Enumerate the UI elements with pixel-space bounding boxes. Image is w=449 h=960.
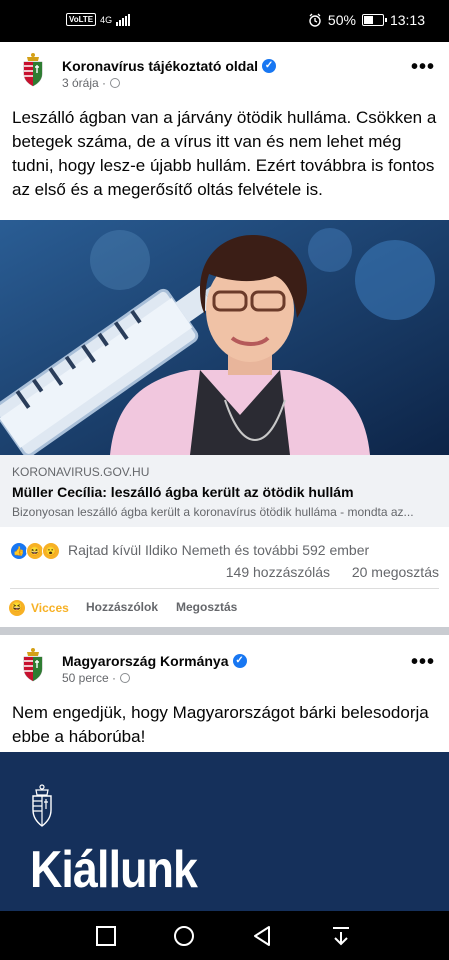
network-type: 4G — [100, 14, 113, 25]
haha-icon: 😆 — [9, 600, 25, 616]
share-button[interactable]: Megosztás — [176, 600, 237, 614]
banner-headline: Kiállunk — [30, 841, 198, 899]
comment-count[interactable]: 149 hozzászólás — [226, 564, 330, 580]
volte-icon: VoLTE — [66, 13, 97, 26]
post-card: Koronavírus tájékoztató oldal ✓ 3 órája … — [0, 42, 449, 627]
link-domain: KORONAVIRUS.GOV.HU — [12, 465, 150, 479]
comment-button[interactable]: Hozzászólok — [86, 600, 158, 614]
post-time: 50 perce · — [62, 671, 131, 685]
page-name[interactable]: Koronavírus tájékoztató oldal ✓ — [62, 58, 277, 74]
post-time-label: 3 órája · — [62, 76, 107, 90]
coat-of-arms-icon — [32, 784, 52, 827]
signal-icon — [116, 13, 131, 26]
reactions-summary[interactable]: Rajtad kívül Ildiko Nemeth és további 59… — [68, 542, 369, 558]
globe-icon — [110, 78, 121, 88]
post-text: Leszálló ágban van a járvány ötödik hull… — [12, 108, 437, 199]
post-text: Nem engedjük, hogy Magyarországot bárki … — [12, 703, 429, 746]
clock: 13:13 — [389, 12, 425, 28]
back-button[interactable] — [251, 925, 273, 947]
divider — [10, 588, 439, 589]
alarm-icon — [309, 13, 321, 27]
page-name-label[interactable]: Magyarország Kormánya — [62, 653, 229, 669]
network-indicators: VoLTE 4G — [66, 13, 131, 26]
link-description: Bizonyosan leszálló ágba került a korona… — [12, 505, 414, 519]
more-options-icon[interactable]: ••• — [411, 56, 435, 79]
hungarian-coat-of-arms-avatar[interactable] — [18, 647, 48, 683]
post-image-banner[interactable]: Kiállunk — [0, 752, 449, 912]
recent-apps-button[interactable] — [95, 925, 117, 947]
status-bar: VoLTE 4G 50% 13:13 — [0, 0, 449, 42]
verified-icon: ✓ — [262, 59, 277, 73]
reaction-icons[interactable]: 👍 😆 😮 — [10, 542, 60, 560]
wow-icon: 😮 — [42, 542, 60, 560]
notification-pull-down-button[interactable] — [330, 925, 352, 947]
page-name-label[interactable]: Koronavírus tájékoztató oldal — [62, 58, 258, 74]
battery-icon — [361, 14, 387, 26]
post-time-label: 50 perce · — [62, 671, 117, 685]
more-options-icon[interactable]: ••• — [411, 651, 435, 674]
hungarian-coat-of-arms-avatar[interactable] — [18, 52, 48, 88]
globe-icon — [120, 673, 131, 683]
reaction-button[interactable]: 😆 Vicces — [9, 600, 69, 616]
share-count[interactable]: 20 megosztás — [352, 564, 439, 580]
link-title[interactable]: Müller Cecília: leszálló ágba került az … — [12, 484, 354, 500]
battery-percent: 50% — [327, 12, 356, 28]
post-card: Magyarország Kormánya ✓ 50 perce · ••• N… — [0, 635, 449, 912]
link-preview[interactable]: KORONAVIRUS.GOV.HU Müller Cecília: leszá… — [0, 455, 449, 527]
post-photo[interactable] — [0, 220, 449, 455]
reaction-label: Vicces — [31, 601, 69, 615]
post-separator — [0, 627, 449, 635]
post-actions: 😆 Vicces Hozzászólok Megosztás — [0, 594, 449, 624]
verified-icon: ✓ — [232, 654, 247, 668]
post-time: 3 órája · — [62, 76, 121, 90]
engagement-counts: 149 hozzászólás 20 megosztás — [226, 564, 439, 580]
home-button[interactable] — [173, 925, 195, 947]
page-name[interactable]: Magyarország Kormánya ✓ — [62, 653, 247, 669]
system-navigation-bar — [0, 911, 449, 960]
status-right: 50% 13:13 — [308, 12, 425, 28]
